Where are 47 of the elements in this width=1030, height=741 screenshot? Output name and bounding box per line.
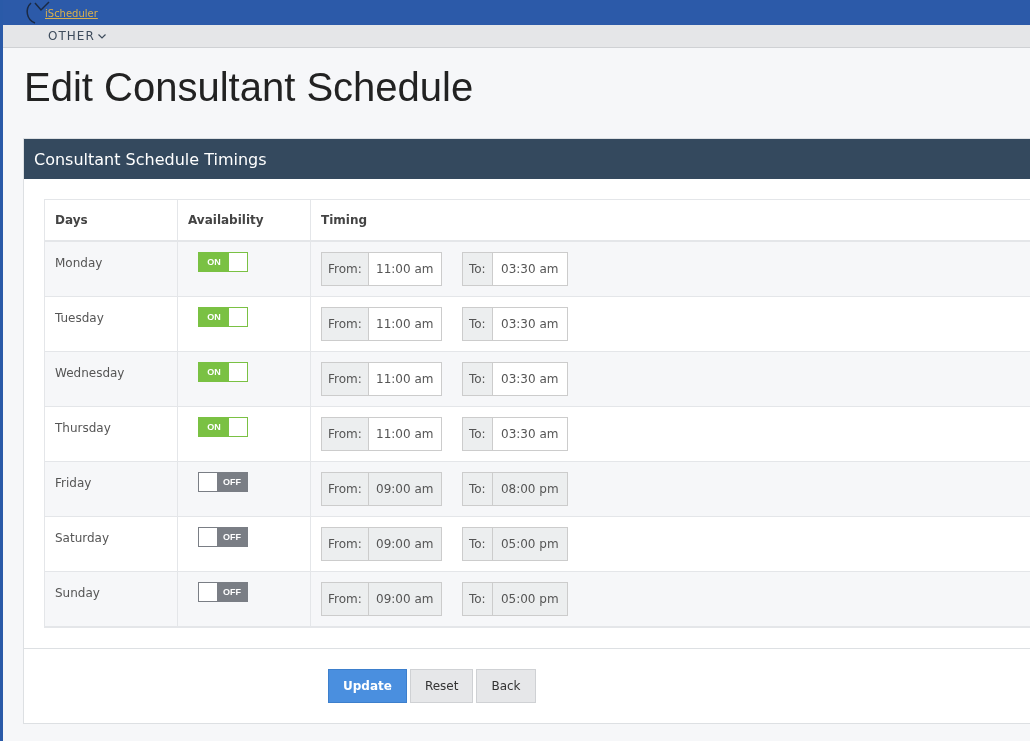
from-label: From: [321,307,369,341]
to-label: To: [461,362,493,396]
to-time-field[interactable]: 03:30 am [492,417,568,451]
to-label: To: [461,472,493,506]
availability-toggle[interactable]: OFF [198,582,248,602]
day-label: Monday [55,256,103,270]
availability-toggle[interactable]: OFF [198,527,248,547]
column-header: Timing [321,213,368,227]
day-label: Wednesday [55,366,125,380]
from-label: From: [321,582,369,616]
day-label: Friday [55,476,92,490]
to-time-field[interactable]: 03:30 am [492,252,568,286]
panel-title: Consultant Schedule Timings [24,139,1030,179]
from-label: From: [321,527,369,561]
from-time-field[interactable]: 11:00 am [368,307,442,341]
from-label: From: [321,252,369,286]
to-label: To: [461,582,493,616]
page-title: Edit Consultant Schedule [24,64,475,110]
to-label: To: [461,307,493,341]
to-time-field[interactable]: 08:00 pm [492,472,568,506]
from-time-field[interactable]: 11:00 am [368,417,442,451]
to-time-field[interactable]: 03:30 am [492,362,568,396]
to-label: To: [461,527,493,561]
from-label: From: [321,417,369,451]
day-label: Tuesday [55,311,104,325]
nav-menu-item[interactable]: OTHER [48,29,106,43]
day-label: Saturday [55,531,110,545]
action-button[interactable]: Reset [409,669,474,703]
from-time-field[interactable]: 09:00 am [368,582,442,616]
column-header: Days [55,213,88,227]
to-label: To: [461,252,493,286]
from-time-field[interactable]: 11:00 am [368,362,442,396]
from-time-field[interactable]: 09:00 am [368,527,442,561]
day-label: Thursday [55,421,111,435]
from-time-field[interactable]: 11:00 am [368,252,442,286]
from-label: From: [321,362,369,396]
chevron-down-icon [97,33,106,39]
availability-toggle[interactable]: OFF [198,472,248,492]
to-time-field[interactable]: 05:00 pm [492,527,568,561]
from-time-field[interactable]: 09:00 am [368,472,442,506]
action-button[interactable]: Back [476,669,536,703]
from-label: From: [321,472,369,506]
day-label: Sunday [55,586,100,600]
to-time-field[interactable]: 03:30 am [492,307,568,341]
to-label: To: [461,417,493,451]
column-header: Availability [188,213,264,227]
to-time-field[interactable]: 05:00 pm [492,582,568,616]
